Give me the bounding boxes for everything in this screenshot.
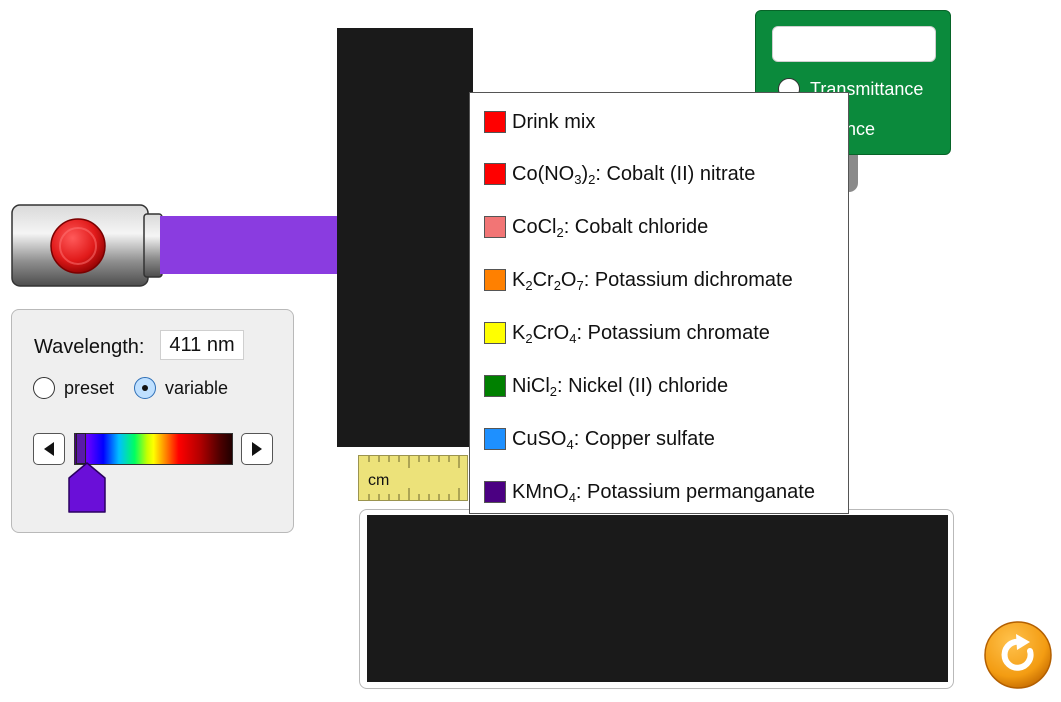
wavelength-value[interactable]: 411 nm — [160, 330, 244, 360]
color-swatch-icon — [484, 481, 506, 503]
color-swatch-icon — [484, 269, 506, 291]
radio-unselected-icon — [33, 377, 55, 399]
solution-option[interactable]: Co(NO3)2: Cobalt (II) nitrate — [484, 161, 755, 187]
reset-button[interactable] — [984, 621, 1052, 689]
solution-option[interactable]: CuSO4: Copper sulfate — [484, 426, 715, 452]
solution-option[interactable]: CoCl2: Cobalt chloride — [484, 214, 708, 240]
solution-option[interactable]: Drink mix — [484, 109, 595, 135]
color-swatch-icon — [484, 322, 506, 344]
wavelength-spectrum-slider[interactable] — [74, 433, 233, 465]
solution-option[interactable]: KMnO4: Potassium permanganate — [484, 479, 815, 505]
ruler[interactable]: cm — [358, 455, 468, 501]
detector-display — [772, 26, 936, 62]
solution-label: NiCl2: Nickel (II) chloride — [512, 374, 729, 399]
wavelength-panel: Wavelength: 411 nm preset variable — [11, 309, 294, 533]
color-swatch-icon — [484, 163, 506, 185]
light-power-button[interactable] — [50, 218, 106, 274]
solution-label: K2Cr2O7: Potassium dichromate — [512, 268, 793, 293]
variable-radio[interactable]: variable — [134, 377, 228, 399]
reset-icon — [984, 621, 1052, 689]
preset-radio[interactable]: preset — [33, 377, 114, 399]
wavelength-label: Wavelength: — [34, 336, 145, 358]
solution-label: CoCl2: Cobalt chloride — [512, 215, 709, 240]
solution-option[interactable]: K2Cr2O7: Potassium dichromate — [484, 267, 793, 293]
color-swatch-icon — [484, 375, 506, 397]
preset-label: preset — [64, 377, 115, 398]
light-button-icon — [50, 218, 106, 274]
color-swatch-icon — [484, 428, 506, 450]
variable-label: variable — [165, 377, 229, 398]
ruler-unit-label: cm — [368, 472, 390, 489]
solution-label: Co(NO3)2: Cobalt (II) nitrate — [512, 162, 756, 187]
solution-dropdown-list[interactable]: Drink mix Co(NO3)2: Cobalt (II) nitrate Co… — [469, 92, 849, 514]
color-swatch-icon — [484, 111, 506, 133]
left-arrow-icon — [44, 442, 54, 456]
solution-label: Drink mix — [512, 110, 596, 133]
wavelength-marker — [76, 433, 86, 464]
solution-option[interactable]: NiCl2: Nickel (II) chloride — [484, 373, 728, 399]
color-swatch-icon — [484, 216, 506, 238]
right-arrow-icon — [252, 442, 262, 456]
light-beam — [160, 216, 342, 274]
result-panel — [359, 509, 954, 689]
solution-option[interactable]: K2CrO4: Potassium chromate — [484, 320, 770, 346]
result-display — [367, 515, 948, 682]
solution-label: KMnO4: Potassium permanganate — [512, 480, 815, 505]
solution-label: CuSO4: Copper sulfate — [512, 427, 715, 452]
wavelength-decrease-button[interactable] — [33, 433, 65, 465]
solution-label: K2CrO4: Potassium chromate — [512, 321, 770, 346]
cuvette — [337, 28, 473, 447]
radio-selected-icon — [134, 377, 156, 399]
wavelength-slider-thumb[interactable] — [67, 462, 107, 514]
wavelength-increase-button[interactable] — [241, 433, 273, 465]
